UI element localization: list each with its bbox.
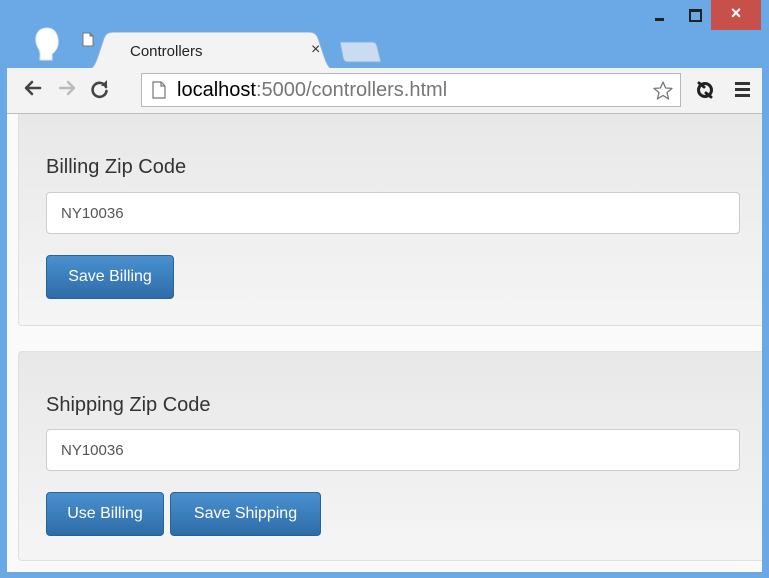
url-path: :5000/controllers.html	[255, 79, 448, 101]
forward-arrow-icon[interactable]	[58, 79, 76, 97]
billing-panel: Billing Zip Code Save Billing	[18, 114, 762, 326]
minimize-button[interactable]	[642, 0, 678, 30]
billing-zip-label: Billing Zip Code	[46, 156, 187, 178]
browser-window: Controllers × × localhost:5000/controlle…	[0, 0, 769, 578]
browser-toolbar: localhost:5000/controllers.html	[7, 68, 762, 114]
shipping-zip-label: Shipping Zip Code	[46, 394, 211, 416]
page-icon	[82, 32, 94, 47]
new-tab-button[interactable]	[338, 40, 382, 64]
address-bar[interactable]: localhost:5000/controllers.html	[141, 73, 681, 107]
reload-icon[interactable]	[90, 79, 110, 99]
url-text: localhost:5000/controllers.html	[177, 79, 447, 102]
tab-controllers[interactable]: Controllers ×	[82, 32, 340, 70]
shipping-zip-input[interactable]	[46, 429, 740, 471]
tab-title: Controllers	[130, 43, 203, 60]
page-viewport: Billing Zip Code Save Billing Shipping Z…	[7, 114, 762, 572]
tab-close-icon[interactable]: ×	[311, 41, 320, 59]
minimize-icon	[655, 18, 664, 21]
title-bar: Controllers × ×	[0, 0, 769, 70]
extension-icon[interactable]	[695, 80, 715, 100]
profile-icon[interactable]	[32, 26, 62, 62]
use-billing-button[interactable]: Use Billing	[46, 492, 164, 536]
maximize-button[interactable]	[678, 0, 711, 30]
maximize-icon	[689, 9, 702, 22]
back-arrow-icon[interactable]	[24, 79, 42, 97]
shipping-panel: Shipping Zip Code Use Billing Save Shipp…	[18, 351, 762, 561]
save-billing-button[interactable]: Save Billing	[46, 255, 174, 299]
close-icon: ×	[730, 3, 742, 23]
url-host: localhost	[177, 79, 256, 101]
menu-icon[interactable]	[735, 82, 750, 100]
save-shipping-button[interactable]: Save Shipping	[170, 492, 321, 536]
billing-zip-input[interactable]	[46, 192, 740, 234]
page-icon	[152, 81, 166, 99]
window-bottom-frame	[0, 572, 769, 578]
close-window-button[interactable]: ×	[711, 0, 761, 30]
bookmark-star-icon[interactable]	[652, 80, 674, 102]
